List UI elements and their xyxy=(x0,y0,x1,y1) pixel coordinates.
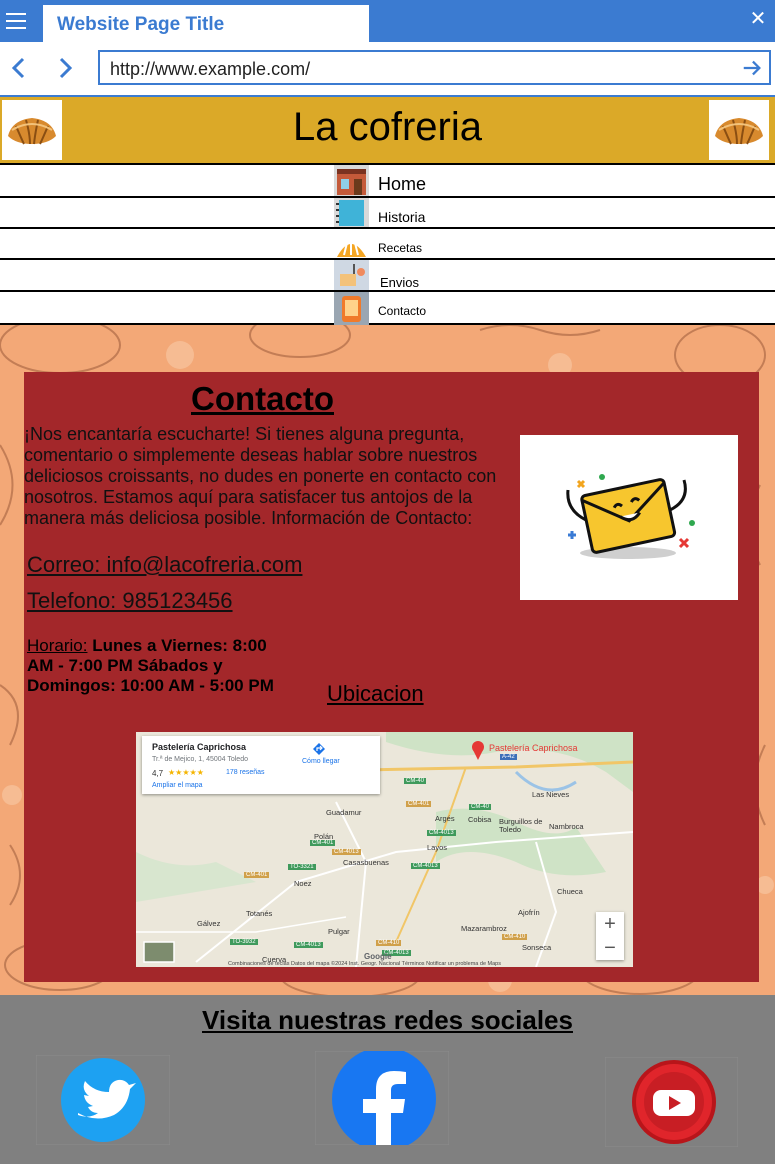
zoom-out-button[interactable]: − xyxy=(596,936,624,960)
location-heading: Ubicacion xyxy=(327,681,424,706)
map-town: Nambroca xyxy=(549,822,584,831)
road-label: TO-3321 xyxy=(288,864,316,870)
road-label: CM-410 xyxy=(376,940,402,946)
phone-link[interactable]: Telefono: 985123456 xyxy=(27,588,233,614)
phone-icon xyxy=(334,292,369,325)
close-icon[interactable]: ✕ xyxy=(747,8,769,30)
map-town: Mazarambroz xyxy=(461,924,507,933)
road-label: CM-40 xyxy=(404,778,427,784)
nav-label-contacto[interactable]: Contacto xyxy=(378,304,426,318)
directions-icon[interactable] xyxy=(312,742,326,756)
address-bar[interactable]: http://www.example.com/ xyxy=(98,50,771,85)
opening-hours: Horario: Lunes a Viernes: 8:00 AM - 7:00… xyxy=(27,636,282,696)
road-label: CM-4013 xyxy=(427,830,456,836)
map-town: Burguillos de Toledo xyxy=(499,817,543,834)
facebook-icon[interactable] xyxy=(315,1051,449,1145)
notebook-icon xyxy=(334,198,369,228)
nav-item-home[interactable]: Home xyxy=(0,163,775,197)
email-link[interactable]: Correo: info@lacofreria.com xyxy=(27,552,302,578)
nav-item-recetas[interactable]: Recetas xyxy=(0,227,775,260)
map-town: Ajofrín xyxy=(518,908,540,917)
map-town: Gálvez xyxy=(197,919,221,928)
map-place-name: Pastelería Caprichosa xyxy=(152,742,247,752)
nav-item-contacto[interactable]: Contacto xyxy=(0,290,775,325)
map-place-address: Tr.ª de Mejico, 1, 45004 Toledo xyxy=(152,756,248,763)
browser-tab[interactable]: Website Page Title xyxy=(43,5,369,42)
site-header: La cofreria xyxy=(0,97,775,163)
map-town: Las Nieves xyxy=(532,790,570,799)
happy-envelope-icon xyxy=(520,435,738,600)
map-town: Pulgar xyxy=(328,927,350,936)
map-town: Totanés xyxy=(246,909,273,918)
url-text[interactable]: http://www.example.com/ xyxy=(110,59,310,80)
contact-intro: ¡Nos encantaría escucharte! Si tienes al… xyxy=(24,424,497,528)
map-attribution[interactable]: Combinaciones de teclas Datos del mapa ©… xyxy=(228,961,501,967)
location-map[interactable]: Pastelería Caprichosa Las Nieves Guadamu… xyxy=(136,732,633,967)
back-arrow-icon[interactable] xyxy=(8,56,32,80)
map-town: Argés xyxy=(435,814,455,823)
nav-label-recetas[interactable]: Recetas xyxy=(378,241,422,255)
road-label: CM-40 xyxy=(469,804,492,810)
map-rating: 4,7 xyxy=(152,769,164,778)
road-label: A-42 xyxy=(500,754,517,760)
road-label: CM-401 xyxy=(406,801,432,807)
contact-heading: Contacto xyxy=(191,380,334,417)
social-footer: Visita nuestras redes sociales xyxy=(0,995,775,1164)
map-town: Cobisa xyxy=(468,815,492,824)
nav-label-home[interactable]: Home xyxy=(378,174,426,195)
map-enlarge-link[interactable]: Ampliar el mapa xyxy=(152,782,203,789)
map-town: Casasbuenas xyxy=(343,858,389,867)
road-label: CM-410 xyxy=(502,934,528,940)
social-heading: Visita nuestras redes sociales xyxy=(202,1005,573,1035)
map-rating-stars-icon: ★★★★★ xyxy=(168,768,204,777)
map-town: Sonseca xyxy=(522,943,552,952)
road-label: TO-3932 xyxy=(230,939,258,945)
nav-label-envios[interactable]: Envios xyxy=(380,275,419,290)
zoom-in-button[interactable]: + xyxy=(596,912,624,936)
map-pin-label: Pastelería Caprichosa xyxy=(489,743,578,753)
tab-title: Website Page Title xyxy=(57,14,225,35)
google-logo: Google xyxy=(364,952,392,961)
road-label: CM-4013 xyxy=(332,849,361,855)
road-label: CM-4013 xyxy=(411,863,440,869)
road-label: CM-401 xyxy=(310,840,336,846)
croissant-logo-right xyxy=(709,100,769,160)
site-title: La cofreria xyxy=(293,105,482,149)
road-label: CM-401 xyxy=(244,872,270,878)
map-place-card: Pastelería Caprichosa Tr.ª de Mejico, 1,… xyxy=(142,736,380,794)
twitter-icon[interactable] xyxy=(36,1055,170,1145)
delivery-icon xyxy=(334,260,369,292)
nav-label-historia[interactable]: Historia xyxy=(378,209,425,225)
forward-arrow-icon[interactable] xyxy=(52,56,76,80)
croissant-recipe-icon xyxy=(334,229,369,260)
browser-title-bar: Website Page Title ✕ xyxy=(0,0,775,42)
bakery-shop-icon xyxy=(334,165,369,197)
contact-panel: Contacto ¡Nos encantaría escucharte! Si … xyxy=(24,372,759,982)
directions-link[interactable]: Cómo llegar xyxy=(302,758,340,765)
map-town: Guadamur xyxy=(326,808,362,817)
map-reviews-link[interactable]: 178 reseñas xyxy=(226,769,265,776)
map-town: Chueca xyxy=(557,887,583,896)
nav-item-historia[interactable]: Historia xyxy=(0,196,775,228)
hours-label: Horario: xyxy=(27,636,88,655)
menu-icon[interactable] xyxy=(0,0,42,42)
map-town: Layos xyxy=(427,843,448,852)
road-label: CM-4013 xyxy=(294,942,323,948)
youtube-icon[interactable] xyxy=(605,1057,738,1147)
map-zoom-control: + − xyxy=(596,912,624,960)
nav-item-envios[interactable]: Envios xyxy=(0,258,775,292)
go-arrow-icon[interactable] xyxy=(741,57,763,79)
map-town: Noez xyxy=(294,879,312,888)
